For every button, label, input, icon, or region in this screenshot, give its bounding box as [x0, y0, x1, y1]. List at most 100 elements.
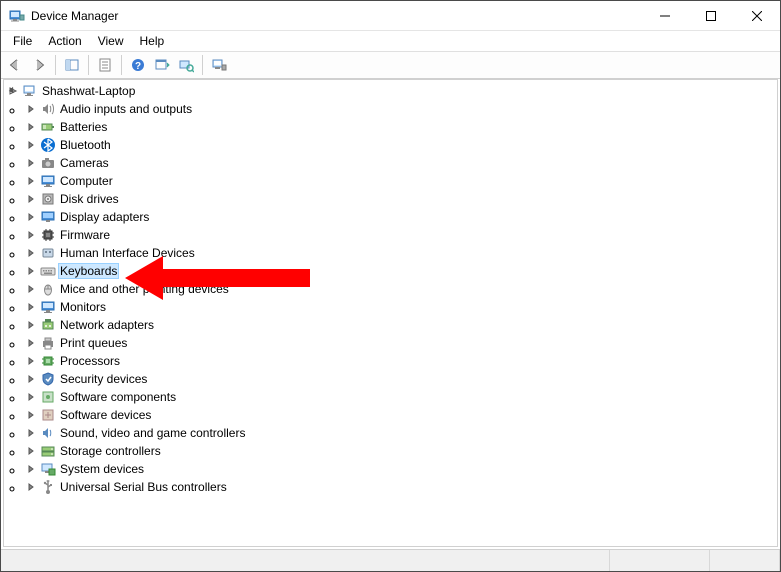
tree-node-label: Network adapters [58, 318, 156, 332]
expand-icon[interactable] [24, 138, 38, 152]
display-icon [40, 209, 56, 225]
tree-node-printq[interactable]: Print queues [24, 334, 775, 352]
toolbar-devices-button[interactable] [207, 54, 231, 76]
tree-node-label: Firmware [58, 228, 112, 242]
expand-icon[interactable] [24, 462, 38, 476]
tree-node-label: Storage controllers [58, 444, 163, 458]
cpu-icon [40, 353, 56, 369]
tree-node-swcomp[interactable]: Software components [24, 388, 775, 406]
mouse-icon [40, 281, 56, 297]
toolbar-help-button[interactable]: ? [126, 54, 150, 76]
tree-node-label: Software devices [58, 408, 153, 422]
menubar: File Action View Help [1, 31, 780, 51]
tree-node-computer[interactable]: Computer [24, 172, 775, 190]
tree-node-label: Universal Serial Bus controllers [58, 480, 229, 494]
tree-node-display[interactable]: Display adapters [24, 208, 775, 226]
expand-icon[interactable] [24, 318, 38, 332]
svg-text:?: ? [135, 61, 141, 72]
expand-icon[interactable] [24, 444, 38, 458]
expand-icon[interactable] [24, 408, 38, 422]
tree-node-label: Display adapters [58, 210, 151, 224]
monitor-icon [40, 299, 56, 315]
tree-node-sound[interactable]: Sound, video and game controllers [24, 424, 775, 442]
network-icon [40, 317, 56, 333]
expand-icon[interactable] [24, 372, 38, 386]
tree-node-usb[interactable]: Universal Serial Bus controllers [24, 478, 775, 496]
tree-node-disk[interactable]: Disk drives [24, 190, 775, 208]
device-tree-pane[interactable]: Shashwat-Laptop Audio inputs and outputs… [3, 79, 778, 547]
device-manager-window: Device Manager File Action View Help [0, 0, 781, 572]
expand-icon[interactable] [24, 354, 38, 368]
expand-icon[interactable] [24, 174, 38, 188]
expand-icon[interactable] [24, 120, 38, 134]
tree-root-node[interactable]: Shashwat-Laptop [6, 82, 775, 100]
tree-node-label: Keyboards [58, 263, 119, 279]
speaker-icon [40, 101, 56, 117]
tree-node-mice[interactable]: Mice and other pointing devices [24, 280, 775, 298]
bluetooth-icon [40, 137, 56, 153]
expand-icon[interactable] [24, 282, 38, 296]
expand-icon[interactable] [24, 426, 38, 440]
tree-node-security[interactable]: Security devices [24, 370, 775, 388]
toolbar-forward-button[interactable] [27, 54, 51, 76]
tree-node-storage[interactable]: Storage controllers [24, 442, 775, 460]
tree-node-processors[interactable]: Processors [24, 352, 775, 370]
expand-icon[interactable] [24, 246, 38, 260]
expand-icon[interactable] [24, 264, 38, 278]
close-button[interactable] [734, 1, 780, 30]
tree-node-label: Monitors [58, 300, 108, 314]
toolbar-scan-button[interactable] [174, 54, 198, 76]
expand-icon[interactable] [24, 390, 38, 404]
tree-node-swdev[interactable]: Software devices [24, 406, 775, 424]
menu-help[interactable]: Help [132, 33, 173, 49]
tree-node-label: Human Interface Devices [58, 246, 197, 260]
forward-arrow-icon [31, 57, 47, 73]
tree-node-cameras[interactable]: Cameras [24, 154, 775, 172]
toolbar-show-hide-button[interactable] [60, 54, 84, 76]
toolbar: ? [1, 51, 780, 79]
collapse-icon[interactable] [6, 84, 20, 98]
expand-icon[interactable] [24, 480, 38, 494]
tree-node-keyboards[interactable]: Keyboards [24, 262, 775, 280]
tree-node-audio[interactable]: Audio inputs and outputs [24, 100, 775, 118]
tree-node-label: Bluetooth [58, 138, 113, 152]
tree-node-label: Cameras [58, 156, 111, 170]
pane-icon [64, 57, 80, 73]
minimize-button[interactable] [642, 1, 688, 30]
tree-root-label: Shashwat-Laptop [40, 84, 137, 98]
tree-node-bluetooth[interactable]: Bluetooth [24, 136, 775, 154]
tree-node-label: Audio inputs and outputs [58, 102, 194, 116]
expand-icon[interactable] [24, 210, 38, 224]
expand-icon[interactable] [24, 102, 38, 116]
tree-node-batteries[interactable]: Batteries [24, 118, 775, 136]
expand-icon[interactable] [24, 300, 38, 314]
tree-node-label: Software components [58, 390, 178, 404]
window-controls [642, 1, 780, 30]
menu-action[interactable]: Action [40, 33, 89, 49]
maximize-icon [706, 11, 716, 21]
toolbar-back-button[interactable] [3, 54, 27, 76]
storage-icon [40, 443, 56, 459]
tree-node-firmware[interactable]: Firmware [24, 226, 775, 244]
tree-node-label: Disk drives [58, 192, 121, 206]
tree-node-label: Batteries [58, 120, 109, 134]
devices-printers-icon [211, 57, 227, 73]
expand-icon[interactable] [24, 228, 38, 242]
tree-node-label: Print queues [58, 336, 129, 350]
maximize-button[interactable] [688, 1, 734, 30]
menu-view[interactable]: View [90, 33, 132, 49]
toolbar-refresh-pane-button[interactable] [150, 54, 174, 76]
toolbar-properties-button[interactable] [93, 54, 117, 76]
expand-icon[interactable] [24, 156, 38, 170]
tree-node-label: Mice and other pointing devices [58, 282, 231, 296]
expand-icon[interactable] [24, 192, 38, 206]
tree-node-monitors[interactable]: Monitors [24, 298, 775, 316]
back-arrow-icon [7, 57, 23, 73]
tree-node-system[interactable]: System devices [24, 460, 775, 478]
expand-icon[interactable] [24, 336, 38, 350]
menu-file[interactable]: File [5, 33, 40, 49]
tree-node-hid[interactable]: Human Interface Devices [24, 244, 775, 262]
tree-node-network[interactable]: Network adapters [24, 316, 775, 334]
tree-node-label: System devices [58, 462, 146, 476]
monitor-icon [40, 173, 56, 189]
